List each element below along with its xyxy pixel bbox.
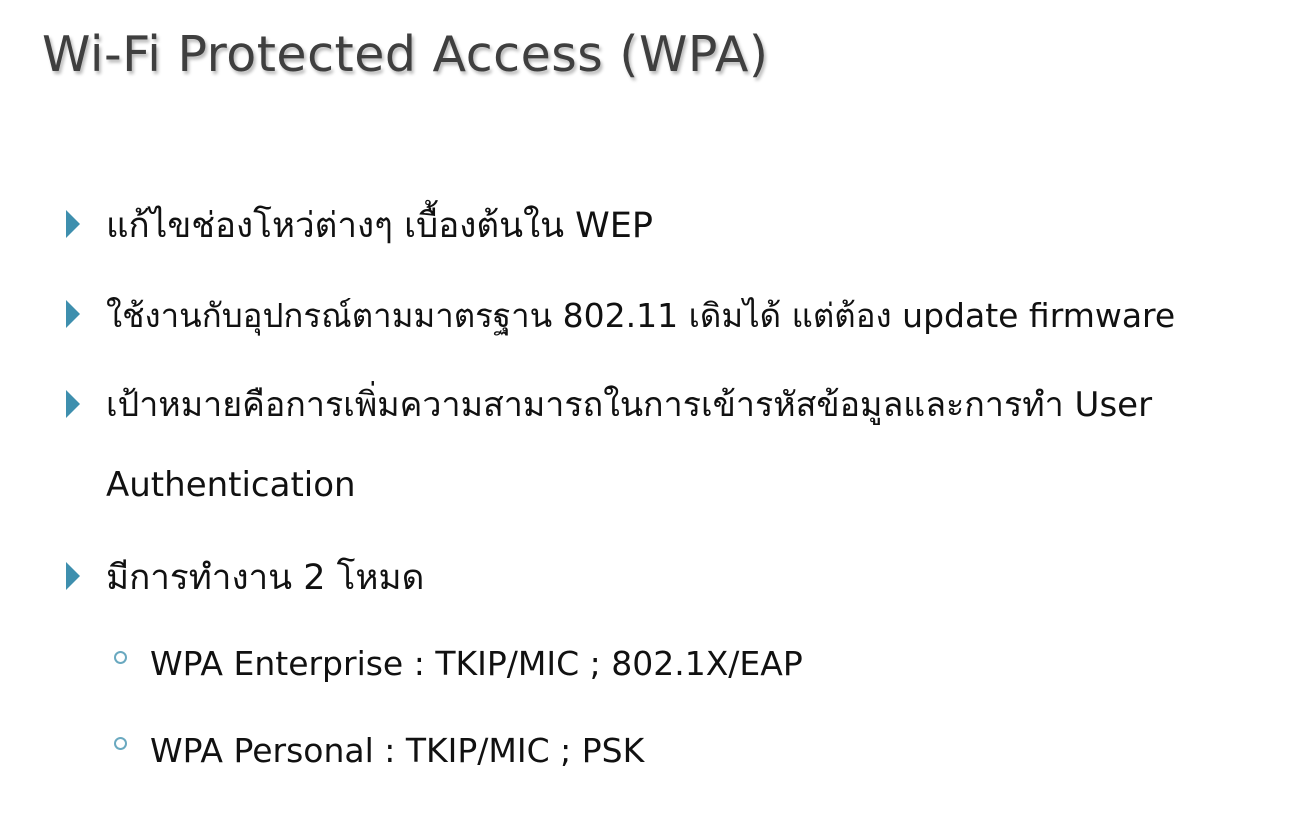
ring-icon [114, 737, 127, 750]
bullet-text: มีการทำงาน 2 โหมด [106, 558, 425, 598]
bullet-text: ใช้งานกับอุปกรณ์ตามมาตรฐาน 802.11 เดิมได… [106, 296, 1176, 335]
triangle-right-icon [66, 210, 80, 238]
bullet-list: แก้ไขช่องโหว่ต่างๆ เบื้องต้นใน WEP ใช้งา… [0, 0, 1312, 816]
triangle-right-icon [66, 562, 80, 590]
triangle-right-icon [66, 300, 80, 328]
bullet-text: WPA Enterprise : TKIP/MIC ; 802.1X/EAP [150, 644, 803, 683]
triangle-right-icon [66, 390, 80, 418]
bullet-text: เป้าหมายคือการเพิ่มความสามารถในการเข้ารห… [106, 385, 1153, 505]
bullet-text: แก้ไขช่องโหว่ต่างๆ เบื้องต้นใน WEP [106, 206, 653, 246]
slide: Wi-Fi Protected Access (WPA) แก้ไขช่องโห… [0, 0, 1312, 816]
bullet-text: WPA Personal : TKIP/MIC ; PSK [150, 731, 645, 770]
ring-icon [114, 651, 127, 664]
